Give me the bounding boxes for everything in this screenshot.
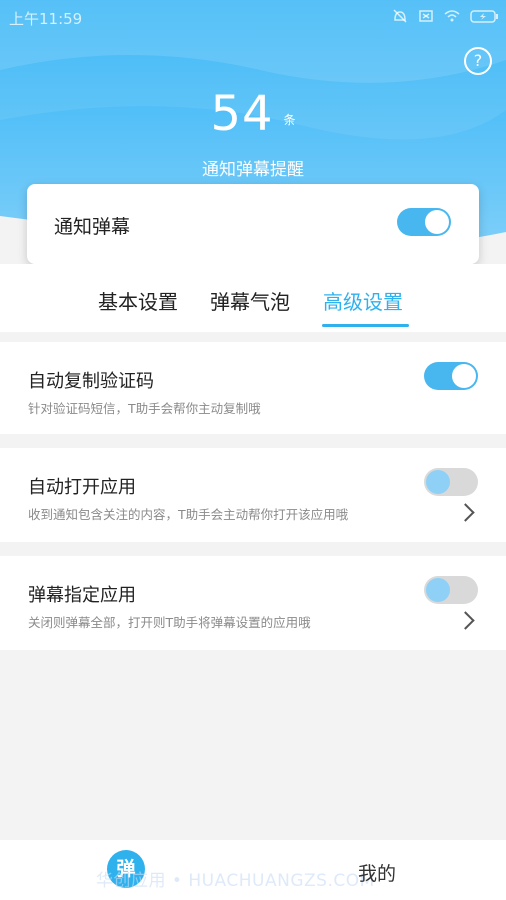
toggle-knob bbox=[426, 578, 450, 602]
tab-mine[interactable]: 我的 bbox=[358, 859, 396, 886]
tab-danmaku-bubble[interactable]: 弹幕气泡 bbox=[210, 286, 290, 315]
settings-tabs: 基本设置 弹幕气泡 高级设置 bbox=[0, 264, 506, 332]
setting-description: 关闭则弹幕全部，打开则T助手将弹幕设置的应用哦 bbox=[28, 615, 311, 630]
mute-icon bbox=[392, 8, 408, 24]
header-subtitle: 通知弹幕提醒 bbox=[202, 160, 304, 180]
toggle-knob bbox=[452, 364, 476, 388]
specified-app-toggle[interactable] bbox=[424, 576, 478, 604]
setting-auto-copy-code[interactable]: 自动复制验证码 针对验证码短信，T助手会帮你主动复制哦 bbox=[0, 342, 506, 434]
setting-title: 自动打开应用 bbox=[28, 477, 136, 498]
chevron-right-icon[interactable] bbox=[456, 611, 475, 630]
count-number: 54 bbox=[210, 86, 274, 142]
tab-basic-settings[interactable]: 基本设置 bbox=[98, 286, 178, 315]
sim-icon bbox=[418, 8, 434, 24]
status-bar: 上午11:59 bbox=[0, 0, 506, 34]
wifi-icon bbox=[444, 8, 460, 24]
auto-copy-toggle[interactable] bbox=[424, 362, 478, 390]
toggle-knob bbox=[426, 470, 450, 494]
watermark: 华创应用 • HUACHUANGZS.COM bbox=[96, 871, 375, 891]
toggle-knob bbox=[425, 210, 449, 234]
help-icon[interactable]: ? bbox=[464, 47, 492, 75]
auto-open-toggle[interactable] bbox=[424, 468, 478, 496]
battery-icon bbox=[470, 8, 498, 24]
notification-danmaku-card: 通知弹幕 bbox=[27, 184, 479, 264]
setting-danmaku-specified-app[interactable]: 弹幕指定应用 关闭则弹幕全部，打开则T助手将弹幕设置的应用哦 bbox=[0, 556, 506, 650]
chevron-right-icon[interactable] bbox=[456, 503, 475, 522]
setting-title: 弹幕指定应用 bbox=[28, 585, 136, 606]
setting-title: 自动复制验证码 bbox=[28, 371, 154, 392]
main-toggle-label: 通知弹幕 bbox=[54, 216, 131, 238]
tab-advanced-settings[interactable]: 高级设置 bbox=[323, 286, 403, 315]
count-unit: 条 bbox=[283, 113, 296, 127]
setting-description: 收到通知包含关注的内容，T助手会主动帮你打开该应用哦 bbox=[28, 507, 349, 522]
notification-count: 54 条 bbox=[0, 86, 506, 142]
setting-description: 针对验证码短信，T助手会帮你主动复制哦 bbox=[28, 401, 261, 416]
main-toggle-switch[interactable] bbox=[397, 208, 451, 236]
status-time: 上午11:59 bbox=[9, 10, 83, 28]
status-icons bbox=[392, 8, 498, 24]
setting-auto-open-app[interactable]: 自动打开应用 收到通知包含关注的内容，T助手会主动帮你打开该应用哦 bbox=[0, 448, 506, 542]
active-tab-indicator bbox=[322, 324, 409, 327]
